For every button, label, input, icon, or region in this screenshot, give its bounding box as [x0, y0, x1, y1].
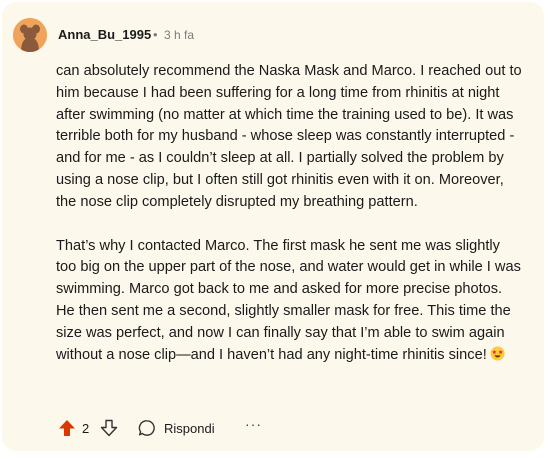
- comment-paragraph-1: can absolutely recommend the Naska Mask …: [56, 63, 522, 210]
- upvote-icon[interactable]: [58, 419, 76, 442]
- more-options-button[interactable]: ···: [245, 416, 262, 432]
- star-struck-emoji-icon: [490, 346, 505, 361]
- vote-score: 2: [82, 421, 90, 436]
- avatar-icon: [13, 18, 47, 52]
- author-name[interactable]: Anna_Bu_1995: [58, 27, 151, 42]
- comment-paragraph-2: That’s why I contacted Marco. The first …: [56, 236, 522, 367]
- reply-label: Rispondi: [164, 421, 215, 436]
- speech-bubble-icon: [138, 419, 156, 442]
- comment-paragraph-2-text: That’s why I contacted Marco. The first …: [56, 237, 521, 363]
- downvote-icon[interactable]: [100, 419, 118, 442]
- meta-separator: •: [153, 27, 158, 42]
- comment-actions: 2 Rispondi ···: [56, 416, 276, 442]
- timestamp[interactable]: 3 h fa: [164, 28, 194, 42]
- avatar[interactable]: [13, 18, 47, 52]
- comment-card: Anna_Bu_1995 • 3 h fa can absolutely rec…: [2, 2, 544, 451]
- comment-body: can absolutely recommend the Naska Mask …: [56, 61, 522, 366]
